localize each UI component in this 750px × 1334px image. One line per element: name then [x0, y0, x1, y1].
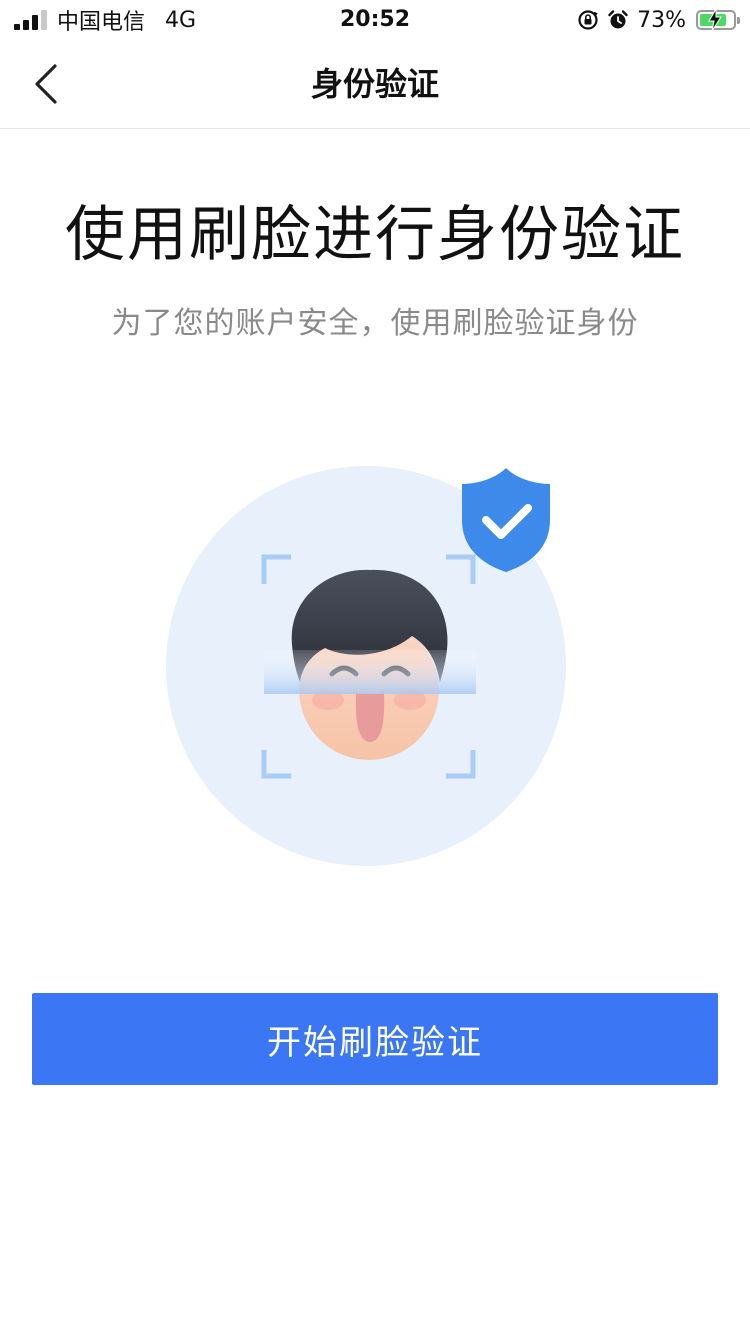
status-bar: 中国电信 4G 20:52 73% — [0, 0, 750, 40]
navigation-bar: 身份验证 — [0, 40, 750, 129]
battery-charging-icon — [696, 9, 740, 31]
scan-line — [264, 650, 476, 694]
battery-percent: 73% — [637, 7, 686, 33]
sub-heading: 为了您的账户安全，使用刷脸验证身份 — [111, 306, 639, 341]
face-verification-illustration — [160, 460, 580, 880]
orientation-lock-icon — [577, 9, 599, 31]
page-title: 身份验证 — [310, 65, 439, 103]
main-heading: 使用刷脸进行身份验证 — [65, 200, 685, 270]
alarm-icon — [607, 9, 629, 31]
start-face-verification-button[interactable]: 开始刷脸验证 — [32, 993, 718, 1085]
status-right: 73% — [577, 6, 740, 34]
